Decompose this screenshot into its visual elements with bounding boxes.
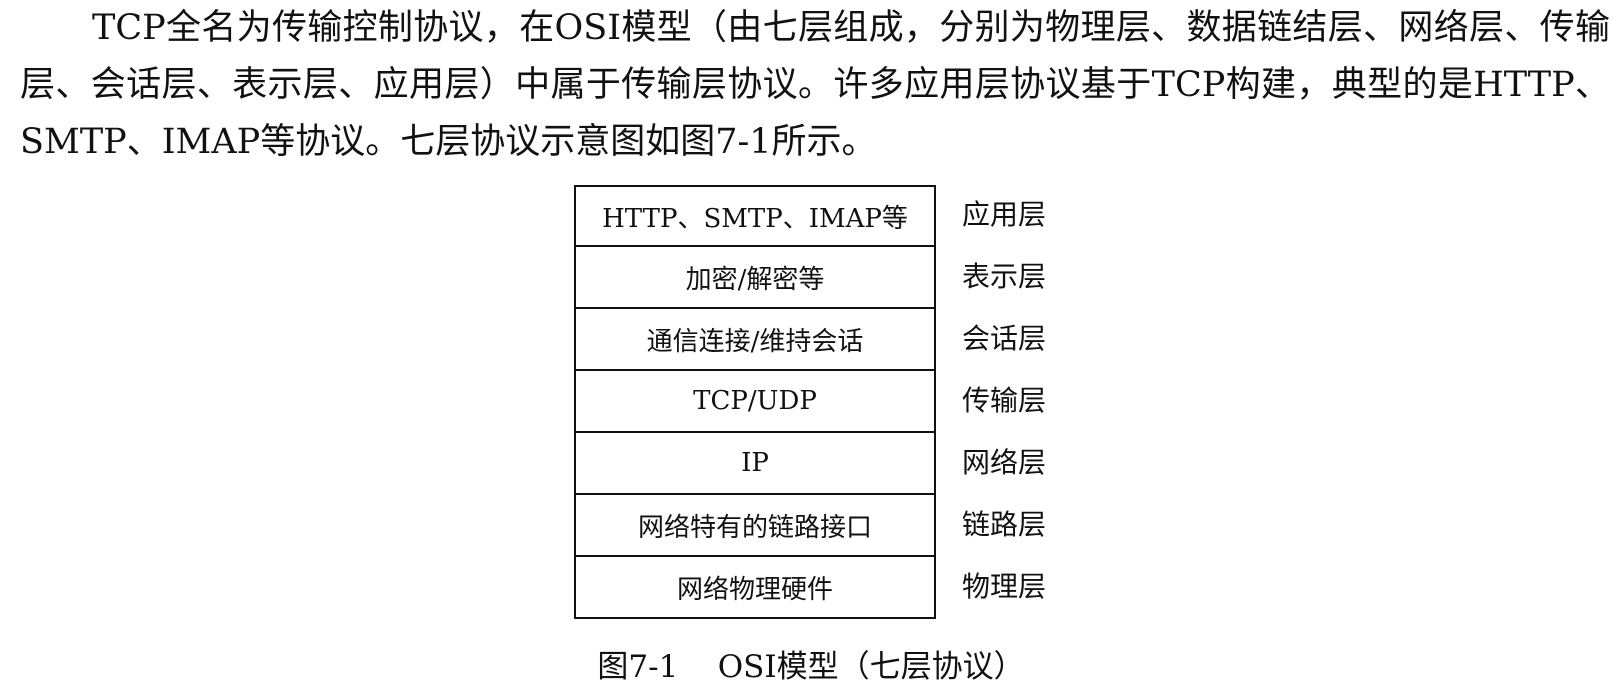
layer-name-network: 网络层 bbox=[962, 446, 1047, 479]
layer-row-application: HTTP、SMTP、IMAP等 应用层 bbox=[574, 185, 1046, 247]
layer-name-transport: 传输层 bbox=[962, 384, 1047, 417]
layer-row-network: IP 网络层 bbox=[574, 433, 1046, 495]
figure-caption-label: 图7-1 bbox=[597, 649, 679, 685]
layer-box-transport: TCP/UDP bbox=[574, 371, 936, 433]
layer-box-application: HTTP、SMTP、IMAP等 bbox=[574, 185, 936, 247]
layer-row-presentation: 加密/解密等 表示层 bbox=[574, 247, 1046, 309]
layer-name-physical: 物理层 bbox=[962, 570, 1047, 603]
layer-row-physical: 网络物理硬件 物理层 bbox=[574, 557, 1046, 619]
osi-layer-diagram: HTTP、SMTP、IMAP等 应用层 加密/解密等 表示层 通信连接/维持会话… bbox=[574, 185, 1046, 619]
layer-box-session: 通信连接/维持会话 bbox=[574, 309, 936, 371]
layer-box-link: 网络特有的链路接口 bbox=[574, 495, 936, 557]
layer-box-presentation: 加密/解密等 bbox=[574, 247, 936, 309]
figure-caption-title: OSI模型（七层协议） bbox=[717, 649, 1025, 685]
layer-name-application: 应用层 bbox=[962, 198, 1047, 231]
layer-name-presentation: 表示层 bbox=[962, 260, 1047, 293]
layer-name-link: 链路层 bbox=[962, 508, 1047, 541]
layer-row-transport: TCP/UDP 传输层 bbox=[574, 371, 1046, 433]
layer-name-session: 会话层 bbox=[962, 322, 1047, 355]
layer-box-physical: 网络物理硬件 bbox=[574, 557, 936, 619]
body-paragraph: TCP全名为传输控制协议，在OSI模型（由七层组成，分别为物理层、数据链结层、网… bbox=[20, 8, 1610, 162]
layer-box-network: IP bbox=[574, 433, 936, 495]
figure-caption: 图7-1 OSI模型（七层协议） bbox=[0, 641, 1622, 686]
layer-row-session: 通信连接/维持会话 会话层 bbox=[574, 309, 1046, 371]
layer-row-link: 网络特有的链路接口 链路层 bbox=[574, 495, 1046, 557]
